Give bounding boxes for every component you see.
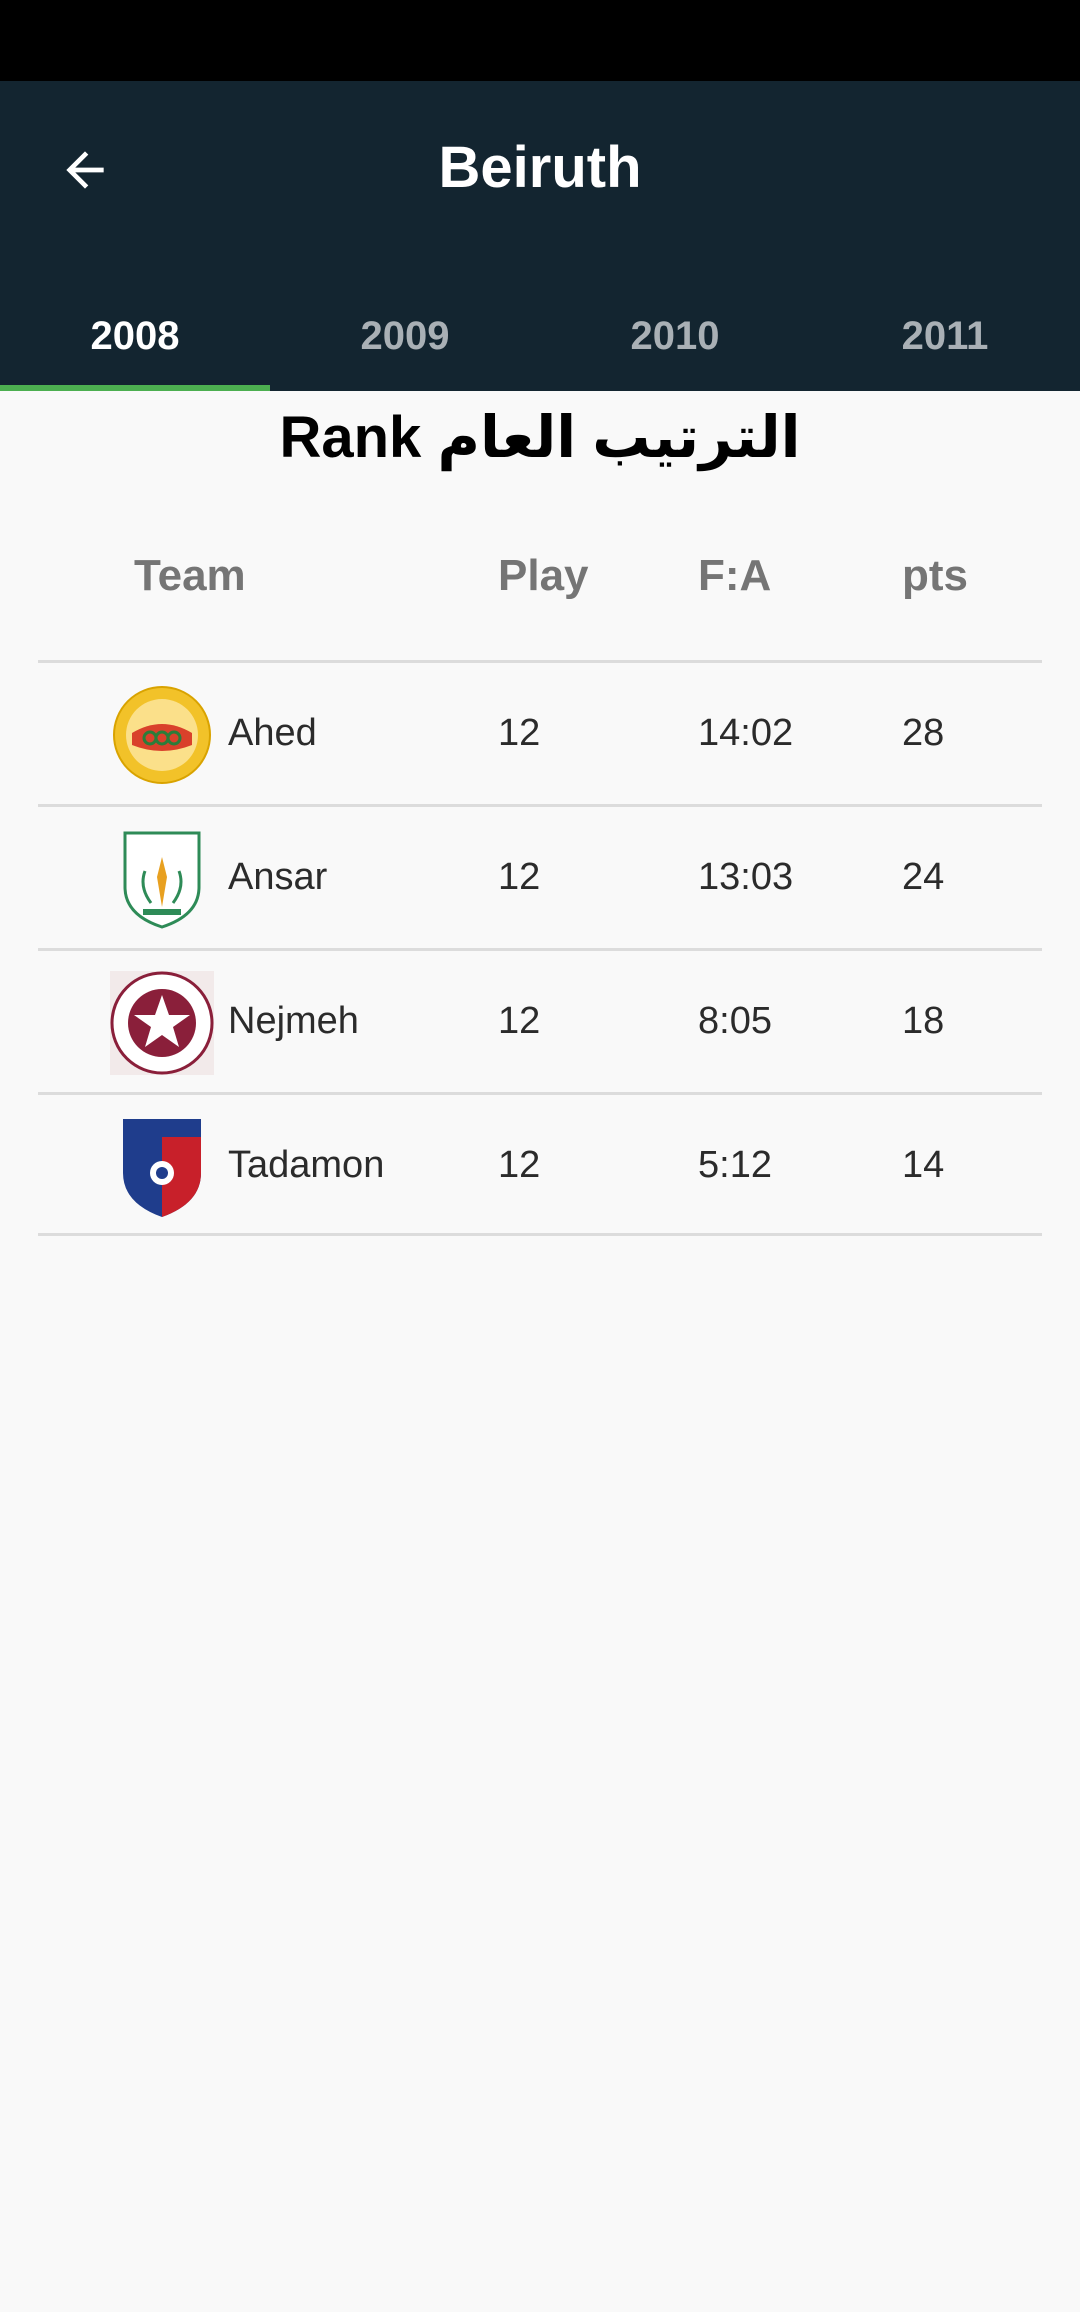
- table-row[interactable]: Tadamon 12 5:12 14: [38, 1092, 1042, 1236]
- played: 12: [498, 1144, 541, 1186]
- team-name: Tadamon: [228, 1144, 385, 1186]
- header-team[interactable]: Team: [134, 550, 246, 602]
- table-row[interactable]: Nejmeh 12 8:05 18: [38, 948, 1042, 1092]
- points: 24: [902, 856, 945, 898]
- tab-2009[interactable]: 2009: [270, 281, 540, 391]
- year-tabs: 2008 2009 2010 2011: [0, 281, 1080, 391]
- ahed-logo-icon: [110, 683, 214, 787]
- rank-title: Rank الترتيب العام: [279, 405, 801, 470]
- status-bar: [0, 0, 1080, 81]
- tab-2010[interactable]: 2010: [540, 281, 810, 391]
- header-fa[interactable]: F:A: [698, 550, 771, 602]
- team-name: Ansar: [228, 856, 328, 898]
- page-title: Beiruth: [438, 135, 642, 200]
- team-name: Ahed: [228, 712, 317, 754]
- for-against: 13:03: [698, 856, 794, 898]
- for-against: 5:12: [698, 1144, 772, 1186]
- tab-2008[interactable]: 2008: [0, 281, 270, 391]
- points: 18: [902, 1000, 945, 1042]
- tab-2011[interactable]: 2011: [810, 281, 1080, 391]
- header-pts[interactable]: pts: [902, 550, 968, 602]
- points: 14: [902, 1144, 945, 1186]
- table-row[interactable]: Ahed 12 14:02 28: [38, 660, 1042, 804]
- tadamon-logo-icon: [110, 1115, 214, 1219]
- app-bar: Beiruth 2008 2009 2010 2011: [0, 81, 1080, 391]
- table-row[interactable]: Ansar 12 13:03 24: [38, 804, 1042, 948]
- played: 12: [498, 1000, 541, 1042]
- for-against: 14:02: [698, 712, 794, 754]
- table-header: Team Play F:A pts: [38, 520, 1042, 660]
- standings-table: Team Play F:A pts Ahed 12 14:02 28 Ansar…: [38, 520, 1042, 1236]
- tab-indicator: [0, 385, 270, 391]
- played: 12: [498, 856, 541, 898]
- header-play[interactable]: Play: [498, 550, 589, 602]
- played: 12: [498, 712, 541, 754]
- ansar-logo-icon: [110, 827, 214, 931]
- points: 28: [902, 712, 945, 754]
- for-against: 8:05: [698, 1000, 772, 1042]
- team-name: Nejmeh: [228, 1000, 359, 1042]
- nejmeh-logo-icon: [110, 971, 214, 1075]
